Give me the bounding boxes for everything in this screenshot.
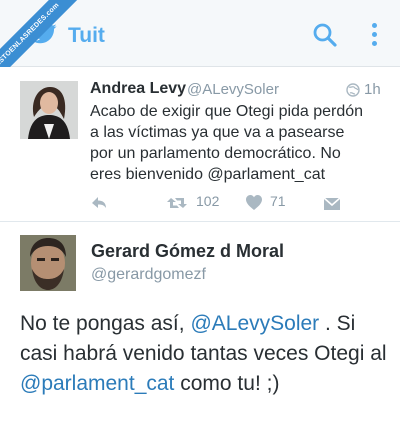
retweet-icon[interactable]	[166, 192, 188, 214]
author-name[interactable]: Gerard Gómez d Moral	[91, 241, 284, 262]
text-segment: No te pongas así,	[20, 312, 191, 335]
dot	[372, 23, 377, 28]
tweet-card[interactable]: Gerard Gómez d Moral @gerardgomezf No te…	[0, 223, 400, 441]
tweet-line: a las víctimas ya que va a pasearse	[90, 124, 345, 141]
author-name[interactable]: Andrea Levy	[90, 80, 186, 98]
author-handle[interactable]: @gerardgomezf	[91, 266, 206, 284]
tweet-text: Acabo de exigir que Otegi pida perdón a …	[90, 101, 390, 185]
app-title: Tuit	[68, 24, 105, 47]
time-text: 1h	[364, 81, 381, 98]
dot	[372, 41, 377, 46]
search-icon[interactable]	[312, 22, 338, 48]
text-segment: como tu! ;)	[174, 372, 280, 395]
avatar[interactable]	[20, 235, 76, 291]
avatar[interactable]	[20, 81, 78, 139]
avatar-image	[20, 235, 76, 291]
like-count: 71	[270, 193, 286, 209]
more-vertical-icon[interactable]	[364, 20, 384, 50]
tweet-line: Acabo de exigir que Otegi pida perdón	[90, 103, 364, 120]
mention-link[interactable]: @parlament_cat	[20, 372, 174, 395]
tweet-line: eres bienvenido @parlament_cat	[90, 166, 326, 183]
reply-icon[interactable]	[90, 192, 108, 214]
globe-icon	[346, 83, 360, 97]
mention-link[interactable]: @ALevySoler	[190, 312, 319, 335]
tweet-card[interactable]: Andrea Levy @ALevySoler 1h Acabo de exig…	[0, 67, 400, 222]
tweet-text: No te pongas así, @ALevySoler . Si casi …	[20, 309, 390, 399]
retweet-count: 102	[196, 193, 220, 209]
heart-icon[interactable]	[245, 192, 263, 214]
tweet-line: por un parlamento democrático. No	[90, 145, 341, 162]
message-icon[interactable]	[323, 192, 341, 214]
tweet-actions: 102 71	[0, 192, 400, 214]
avatar-image	[20, 81, 78, 139]
author-handle[interactable]: @ALevySoler	[187, 81, 279, 98]
dot	[372, 32, 377, 37]
